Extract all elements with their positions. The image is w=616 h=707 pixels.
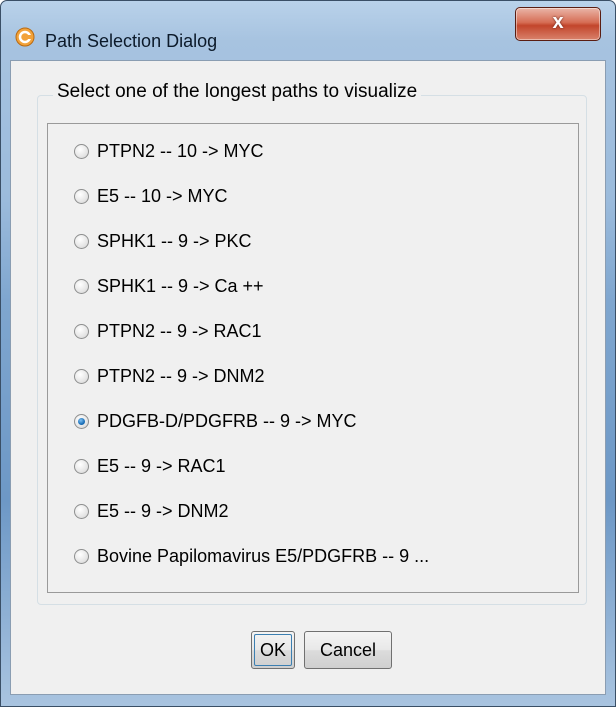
path-option[interactable]: PTPN2 -- 10 -> MYC — [74, 136, 574, 166]
radio-button[interactable] — [74, 143, 89, 159]
radio-button[interactable] — [74, 188, 89, 204]
close-icon: x — [552, 11, 564, 33]
path-option-label: SPHK1 -- 9 -> Ca ++ — [97, 275, 264, 296]
path-option[interactable]: E5 -- 10 -> MYC — [74, 181, 574, 211]
path-option-label: PTPN2 -- 10 -> MYC — [97, 140, 264, 161]
path-option-label: E5 -- 10 -> MYC — [97, 185, 228, 206]
path-selection-dialog: Path Selection Dialog x Select one of th… — [0, 0, 616, 707]
path-option-label: PDGFB-D/PDGFRB -- 9 -> MYC — [97, 410, 357, 431]
path-option-label: E5 -- 9 -> DNM2 — [97, 500, 229, 521]
path-option[interactable]: Bovine Papilomavirus E5/PDGFRB -- 9 ... — [74, 541, 574, 571]
path-option[interactable]: E5 -- 9 -> DNM2 — [74, 496, 574, 526]
cancel-button[interactable]: Cancel — [304, 631, 392, 669]
path-option[interactable]: SPHK1 -- 9 -> Ca ++ — [74, 271, 574, 301]
path-option-label: Bovine Papilomavirus E5/PDGFRB -- 9 ... — [97, 545, 430, 566]
radio-button[interactable] — [74, 323, 89, 339]
radio-button[interactable] — [74, 413, 89, 429]
path-option-label: SPHK1 -- 9 -> PKC — [97, 230, 252, 251]
radio-button[interactable] — [74, 368, 89, 384]
radio-button[interactable] — [74, 548, 89, 564]
path-option-label: E5 -- 9 -> RAC1 — [97, 455, 226, 476]
close-button[interactable]: x — [515, 7, 601, 41]
path-option[interactable]: PDGFB-D/PDGFRB -- 9 -> MYC — [74, 406, 574, 436]
path-option[interactable]: E5 -- 9 -> RAC1 — [74, 451, 574, 481]
path-option[interactable]: PTPN2 -- 9 -> DNM2 — [74, 361, 574, 391]
java-app-icon — [15, 27, 35, 47]
radio-button[interactable] — [74, 503, 89, 519]
window-title: Path Selection Dialog — [45, 31, 218, 51]
dialog-content: Select one of the longest paths to visua… — [10, 60, 606, 695]
radio-button[interactable] — [74, 278, 89, 294]
path-option-label: PTPN2 -- 9 -> RAC1 — [97, 320, 262, 341]
path-option[interactable]: PTPN2 -- 9 -> RAC1 — [74, 316, 574, 346]
path-list: PTPN2 -- 10 -> MYC E5 -- 10 -> MYC SPHK1… — [47, 123, 579, 593]
radio-button[interactable] — [74, 233, 89, 249]
title-bar[interactable]: Path Selection Dialog x — [1, 1, 615, 57]
group-legend: Select one of the longest paths to visua… — [53, 81, 422, 103]
radio-button[interactable] — [74, 458, 89, 474]
ok-button[interactable]: OK — [251, 631, 295, 669]
path-option[interactable]: SPHK1 -- 9 -> PKC — [74, 226, 574, 256]
path-option-label: PTPN2 -- 9 -> DNM2 — [97, 365, 265, 386]
